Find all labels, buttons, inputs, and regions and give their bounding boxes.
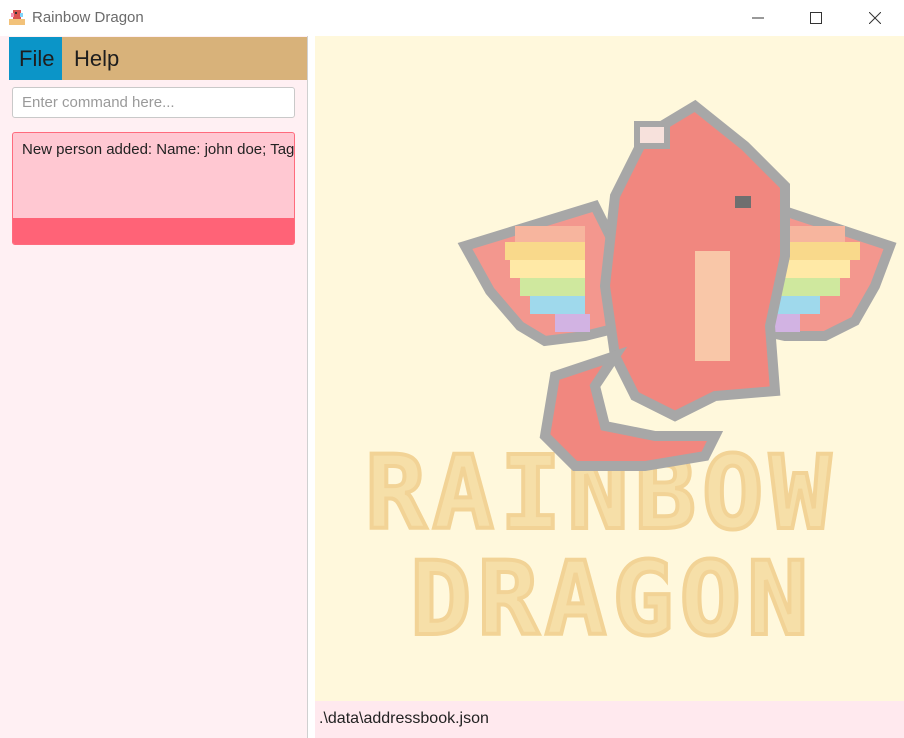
result-display: New person added: Name: john doe; Tags: [12, 132, 295, 245]
close-icon [869, 12, 881, 24]
window-title: Rainbow Dragon [32, 9, 144, 26]
menu-bar: File Help [9, 37, 307, 80]
left-pane: File Help New person added: Name: john d… [0, 36, 307, 738]
dragon-app-icon [9, 10, 25, 25]
split-divider[interactable] [307, 36, 315, 738]
result-text: New person added: Name: john doe; Tags: [22, 141, 295, 158]
logo-line2: DRAGON [410, 540, 814, 659]
status-bar: .\data\addressbook.json [315, 701, 904, 738]
save-location-path: .\data\addressbook.json [319, 710, 489, 727]
close-button[interactable] [846, 0, 904, 36]
menu-file[interactable]: File [9, 37, 62, 80]
title-bar: Rainbow Dragon [0, 0, 904, 36]
maximize-icon [810, 12, 822, 24]
minimize-icon [752, 17, 764, 19]
menu-help[interactable]: Help [64, 37, 129, 80]
rainbow-dragon-logo: RAINBOW DRAGON [363, 99, 897, 661]
command-input[interactable] [12, 87, 295, 118]
horizontal-scrollbar[interactable] [13, 218, 294, 244]
minimize-button[interactable] [729, 0, 787, 36]
maximize-button[interactable] [787, 0, 845, 36]
dragon-illustration [457, 99, 897, 471]
right-pane: RAINBOW DRAGON [315, 36, 904, 701]
